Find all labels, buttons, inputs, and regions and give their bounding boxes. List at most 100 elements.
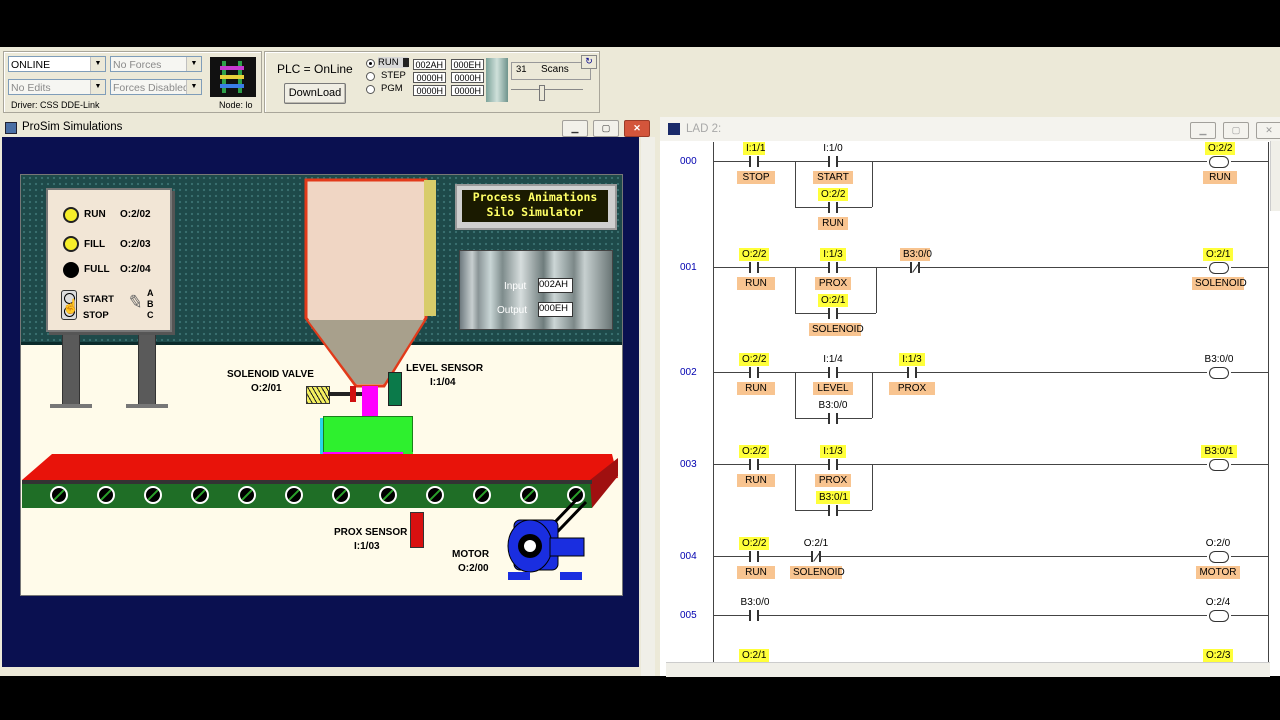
node-label: Node: lo: [219, 100, 253, 110]
output-coil-icon[interactable]: [1207, 262, 1231, 274]
nc-contact-icon[interactable]: [904, 262, 926, 273]
forces-enable-combo-value: Forces Disabled: [113, 82, 189, 94]
output-label: Output: [497, 305, 528, 316]
no-contact-icon[interactable]: [743, 367, 765, 378]
no-contact-icon[interactable]: [743, 156, 765, 167]
forces-combo[interactable]: No Forces ▼: [110, 56, 202, 72]
control-panel: RUN O:2/02 FILL O:2/03 FULL O:2/04 ☝ STA…: [46, 188, 172, 332]
coil-address: O:2/1: [1203, 248, 1233, 261]
no-contact-icon[interactable]: [743, 459, 765, 470]
ladder-window: LAD 2: ▁ ▢ ✕: [660, 117, 1280, 677]
solenoid-plunger: [350, 386, 356, 402]
output-coil-icon[interactable]: [1207, 610, 1231, 622]
roller-icon: [97, 486, 115, 504]
banner-line1: Process Animations: [472, 190, 598, 204]
output-coil-icon[interactable]: [1207, 551, 1231, 563]
fill-lamp-addr: O:2/03: [120, 239, 151, 250]
forces-enable-combo[interactable]: Forces Disabled ▼: [110, 79, 202, 95]
register-box: 0000H: [413, 72, 446, 83]
no-contact-icon[interactable]: [901, 367, 923, 378]
left-power-rail: [713, 142, 714, 662]
no-contact-icon[interactable]: [743, 262, 765, 273]
chevron-down-icon[interactable]: ▼: [186, 57, 201, 71]
prox-sensor-label: PROX SENSOR: [334, 527, 408, 538]
full-lamp: [63, 262, 79, 278]
contact-name: PROX: [815, 277, 851, 290]
coil-name: RUN: [1203, 171, 1237, 184]
right-power-rail: [1268, 142, 1269, 662]
status-led-icon: [403, 58, 409, 67]
roller-icon: [285, 486, 303, 504]
sim-scrollbar[interactable]: [641, 137, 655, 676]
roller-icon: [379, 486, 397, 504]
silo-hopper: [304, 178, 436, 416]
contact-name: PROX: [815, 474, 851, 487]
full-lamp-addr: O:2/04: [120, 264, 151, 275]
chevron-down-icon[interactable]: ▼: [90, 57, 105, 71]
input-value: 002AH: [538, 278, 573, 293]
mode-combo[interactable]: ONLINE ▼: [8, 56, 106, 72]
chevron-down-icon[interactable]: ▼: [186, 80, 201, 94]
fill-lamp: [63, 236, 79, 252]
no-contact-icon[interactable]: [822, 367, 844, 378]
roller-icon: [144, 486, 162, 504]
branch-right: [872, 161, 873, 207]
output-coil-icon[interactable]: [1207, 459, 1231, 471]
coil-address: O:2/4: [1205, 597, 1231, 608]
start-label: START: [83, 294, 114, 305]
maximize-icon[interactable]: ▢: [593, 120, 619, 137]
edits-combo[interactable]: No Edits ▼: [8, 79, 106, 95]
solenoid-coil: [306, 386, 330, 404]
no-contact-icon[interactable]: [822, 308, 844, 319]
mode-combo-value: ONLINE: [11, 59, 51, 71]
contact-name: START: [813, 171, 853, 184]
maximize-icon[interactable]: ▢: [1223, 122, 1249, 139]
ladder-scroll-stub[interactable]: [1270, 141, 1280, 211]
refresh-icon[interactable]: ↻: [581, 55, 597, 69]
output-coil-icon[interactable]: [1207, 156, 1231, 168]
no-contact-icon[interactable]: [822, 505, 844, 516]
close-icon[interactable]: ✕: [1256, 122, 1280, 139]
silo-spout: [362, 386, 378, 416]
selector-knob-icon[interactable]: ✎: [126, 291, 144, 314]
panel-foot: [50, 404, 92, 408]
nc-contact-icon[interactable]: [805, 551, 827, 562]
rung-line: [713, 372, 1268, 373]
no-contact-icon[interactable]: [743, 610, 765, 621]
ladder-hscroll[interactable]: [666, 662, 1270, 677]
register-box: 0000H: [451, 85, 484, 96]
no-contact-icon[interactable]: [822, 459, 844, 470]
coil-name: MOTOR: [1196, 566, 1240, 579]
contact-address: B3:0/0: [900, 248, 932, 261]
contact-address: I:1/3: [899, 353, 925, 366]
download-button[interactable]: DownLoad: [284, 83, 346, 104]
pgm-radio[interactable]: [366, 85, 375, 94]
no-contact-icon[interactable]: [822, 262, 844, 273]
run-lamp-label: RUN: [84, 209, 106, 220]
no-contact-icon[interactable]: [822, 413, 844, 424]
minimize-icon[interactable]: ▁: [1190, 122, 1216, 139]
conveyor-edge: [22, 480, 592, 484]
no-contact-icon[interactable]: [822, 202, 844, 213]
step-radio[interactable]: [366, 72, 375, 81]
no-contact-icon[interactable]: [822, 156, 844, 167]
contact-address: O:2/1: [803, 538, 829, 549]
panel-leg: [62, 330, 80, 408]
plc-status: PLC = OnLine: [277, 62, 353, 76]
scans-label: Scans: [541, 64, 569, 75]
scan-slider-thumb[interactable]: [539, 85, 545, 101]
no-contact-icon[interactable]: [743, 551, 765, 562]
chevron-down-icon[interactable]: ▼: [90, 80, 105, 94]
contact-address: O:2/1: [739, 649, 769, 662]
roller-icon: [191, 486, 209, 504]
contact-address: B3:0/1: [816, 491, 850, 504]
sim-titlebar: ProSim Simulations ▁ ▢ ✕: [0, 117, 655, 137]
scan-slider-track[interactable]: [511, 89, 583, 90]
contact-address: B3:0/0: [818, 400, 848, 411]
minimize-icon[interactable]: ▁: [562, 120, 588, 137]
solenoid-label: SOLENOID VALVE: [227, 369, 314, 380]
level-sensor: [388, 372, 402, 406]
run-radio[interactable]: [366, 59, 375, 68]
close-icon[interactable]: ✕: [624, 120, 650, 137]
output-coil-icon[interactable]: [1207, 367, 1231, 379]
